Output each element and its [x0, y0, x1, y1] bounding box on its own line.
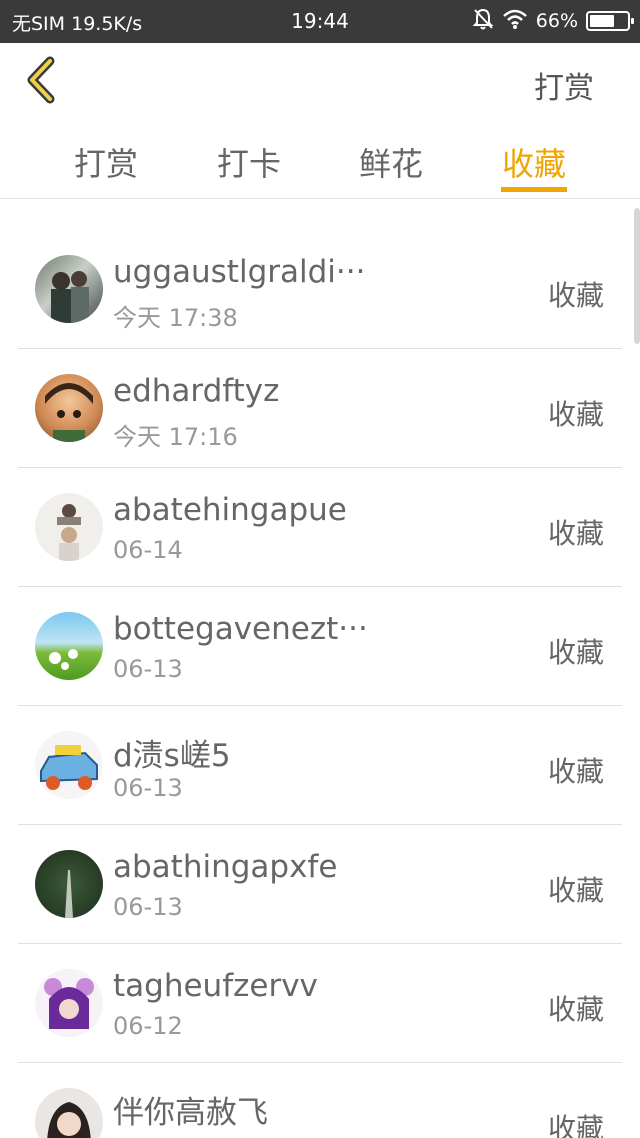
mute-bell-icon [472, 7, 494, 36]
user-name: abathingapxfe [113, 849, 338, 885]
tab-favorites[interactable]: 收藏 [484, 139, 584, 185]
avatar [35, 850, 103, 918]
timestamp: 今天 17:38 [113, 304, 238, 332]
scrollbar[interactable] [634, 208, 640, 344]
battery-percent: 66% [535, 10, 578, 32]
active-tab-indicator [501, 187, 567, 192]
timestamp: 06-14 [113, 536, 183, 564]
action-type: 收藏 [547, 517, 604, 550]
tab-checkin[interactable]: 打卡 [199, 139, 299, 185]
list-item[interactable]: d渍s嵯5 06-13 收藏 [18, 706, 622, 825]
action-type: 收藏 [547, 874, 604, 907]
action-type: 收藏 [547, 1112, 604, 1138]
reward-action-button[interactable]: 打赏 [534, 63, 594, 107]
list-item[interactable]: edhardftyz 今天 17:16 收藏 [18, 349, 622, 468]
timestamp: 06-12 [113, 1012, 183, 1040]
action-type: 收藏 [547, 636, 604, 669]
list-item[interactable]: uggaustlgraldi··· 今天 17:38 收藏 [18, 230, 622, 349]
tab-reward[interactable]: 打赏 [56, 139, 156, 185]
action-type: 收藏 [547, 993, 604, 1026]
user-name: bottegavenezt··· [113, 611, 368, 647]
avatar [35, 969, 103, 1037]
favorites-list: uggaustlgraldi··· 今天 17:38 收藏 edhardftyz… [18, 230, 622, 1138]
timestamp: 06-13 [113, 893, 183, 921]
status-bar: 无SIM 19.5K/s 19:44 66% [0, 0, 640, 43]
avatar [35, 493, 103, 561]
wifi-icon [502, 8, 528, 35]
battery-icon [586, 11, 634, 31]
status-right: 66% [472, 7, 634, 36]
avatar [35, 731, 103, 799]
user-name: tagheufzervv [113, 968, 318, 1004]
list-item[interactable]: abatehingapue 06-14 收藏 [18, 468, 622, 587]
list-item[interactable]: abathingapxfe 06-13 收藏 [18, 825, 622, 944]
timestamp: 06-13 [113, 774, 183, 802]
user-name: d渍s嵯5 [113, 738, 231, 774]
user-name: abatehingapue [113, 492, 347, 528]
list-item[interactable]: 伴你高赦飞 收藏 [18, 1063, 622, 1138]
user-name: uggaustlgraldi··· [113, 254, 366, 290]
avatar [35, 612, 103, 680]
list-item[interactable]: bottegavenezt··· 06-13 收藏 [18, 587, 622, 706]
action-type: 收藏 [547, 279, 604, 312]
battery-level [590, 15, 614, 27]
timestamp: 今天 17:16 [113, 423, 238, 451]
tab-bar: 打赏 打卡 鲜花 收藏 [0, 121, 640, 199]
timestamp: 06-13 [113, 655, 183, 683]
avatar [35, 374, 103, 442]
avatar [35, 255, 103, 323]
header: 打赏 [0, 43, 640, 121]
user-name: 伴你高赦飞 [113, 1095, 268, 1131]
avatar [35, 1088, 103, 1138]
list-item[interactable]: tagheufzervv 06-12 收藏 [18, 944, 622, 1063]
action-type: 收藏 [547, 398, 604, 431]
chevron-left-icon [27, 56, 55, 104]
tab-flowers[interactable]: 鲜花 [341, 139, 441, 185]
back-button[interactable] [20, 55, 70, 109]
action-type: 收藏 [547, 755, 604, 788]
user-name: edhardftyz [113, 373, 280, 409]
